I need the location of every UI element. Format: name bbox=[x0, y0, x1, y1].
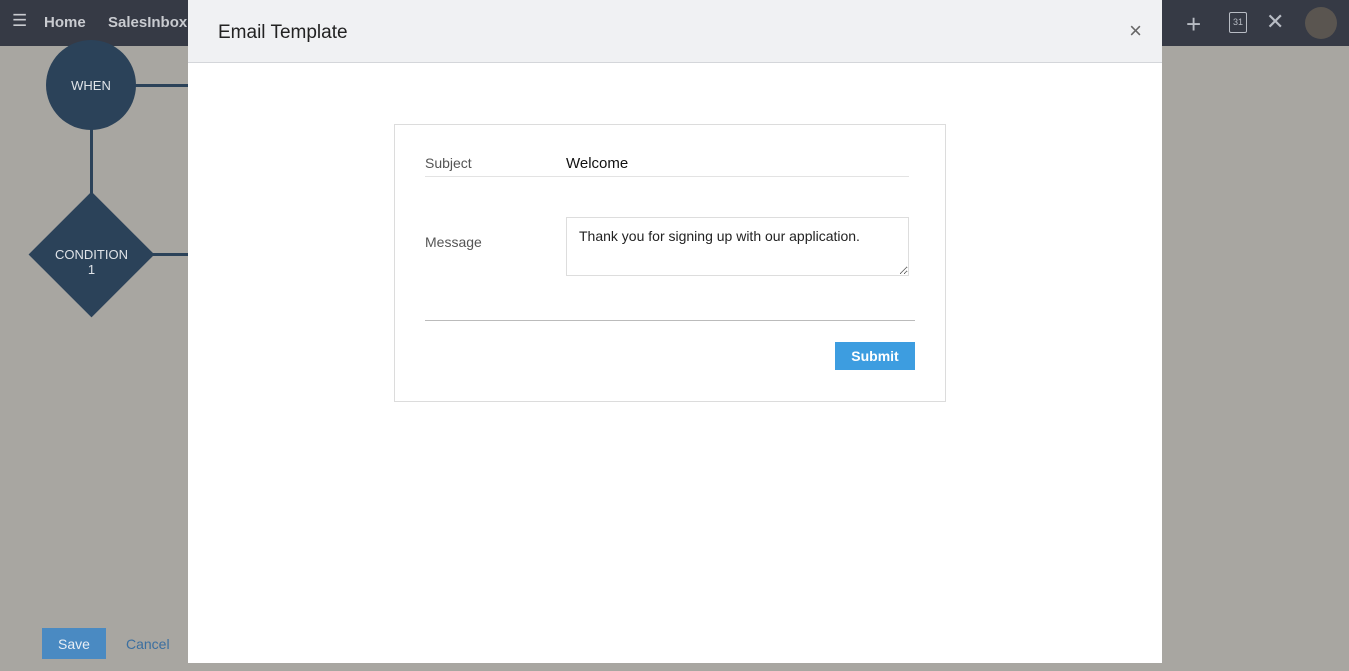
email-form: Subject Welcome Message Thank you for si… bbox=[394, 124, 946, 402]
message-textarea[interactable]: Thank you for signing up with our applic… bbox=[566, 217, 909, 276]
modal-title: Email Template bbox=[218, 22, 348, 43]
cancel-link[interactable]: Cancel bbox=[126, 636, 170, 652]
subject-label: Subject bbox=[425, 155, 472, 171]
save-button[interactable]: Save bbox=[42, 628, 106, 659]
submit-button[interactable]: Submit bbox=[835, 342, 915, 370]
connector bbox=[90, 128, 93, 198]
nav-salesinbox[interactable]: SalesInbox bbox=[108, 14, 187, 31]
when-label: WHEN bbox=[71, 77, 111, 93]
email-template-modal: Email Template × Subject Welcome Message… bbox=[188, 0, 1162, 663]
connector bbox=[150, 253, 190, 256]
connector bbox=[135, 84, 195, 87]
subject-field[interactable]: Welcome bbox=[566, 155, 628, 172]
when-node[interactable]: WHEN bbox=[46, 40, 136, 130]
close-icon[interactable]: × bbox=[1129, 18, 1142, 44]
message-label: Message bbox=[425, 234, 482, 250]
tools-icon[interactable]: ✕ bbox=[1266, 9, 1284, 35]
nav-home[interactable]: Home bbox=[44, 14, 86, 31]
divider bbox=[425, 320, 915, 321]
modal-header: Email Template × bbox=[188, 0, 1162, 63]
add-icon[interactable]: + bbox=[1186, 9, 1201, 40]
subject-underline bbox=[425, 176, 909, 177]
avatar[interactable] bbox=[1305, 7, 1337, 39]
condition-label: CONDITION 1 bbox=[55, 247, 128, 277]
calendar-icon[interactable]: 31 bbox=[1229, 12, 1247, 33]
hamburger-menu-icon[interactable]: ☰ bbox=[12, 11, 27, 31]
